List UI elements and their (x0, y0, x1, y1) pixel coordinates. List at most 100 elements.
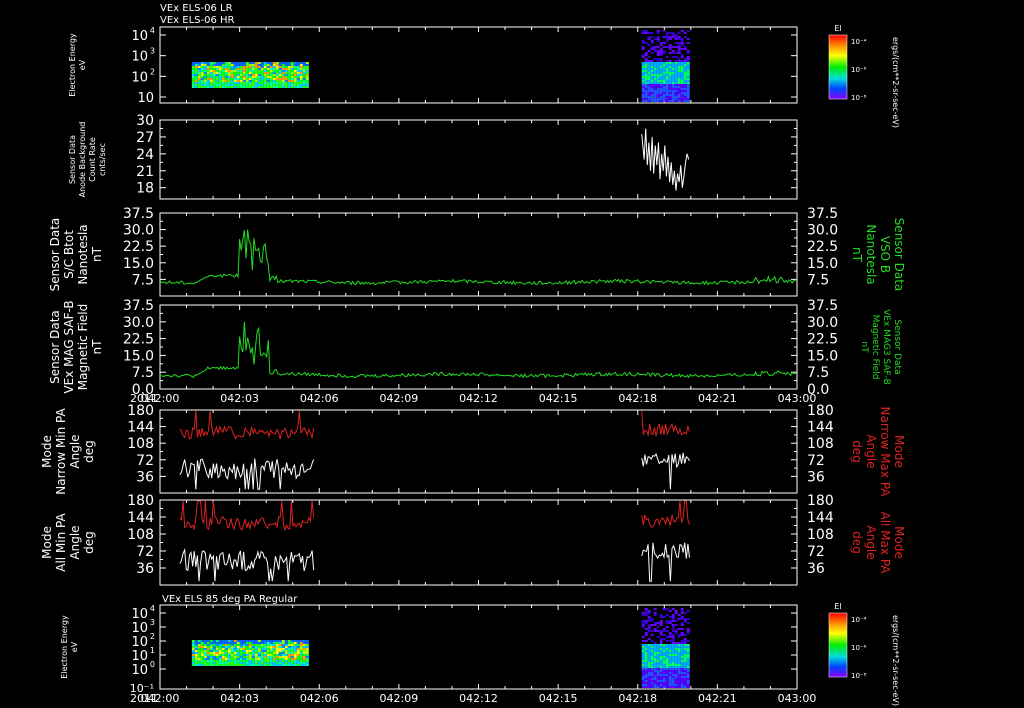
spectrogram-cell (659, 668, 663, 670)
spectrogram-cell (668, 90, 672, 92)
y-tick-label: 37.5 (123, 206, 154, 222)
spectrogram-cell (674, 86, 678, 88)
spectrogram-cell (200, 86, 204, 88)
spectrogram-cell (668, 650, 672, 652)
spectrogram-cell (266, 658, 270, 660)
spectrogram-cell (680, 650, 684, 652)
spectrogram-cell (239, 658, 243, 660)
spectrogram-cell (248, 646, 252, 648)
spectrogram-cell (266, 68, 270, 70)
spectrogram-cell (260, 68, 264, 70)
spectrogram-cell (641, 82, 645, 84)
spectrogram-cell (683, 94, 687, 96)
spectrogram-cell (647, 74, 651, 76)
spectrogram-cell (224, 652, 228, 654)
spectrogram-cell (662, 74, 666, 76)
x-tick-label: 042:06 (300, 392, 339, 405)
spectrogram-cell (647, 62, 651, 64)
spectrogram-cell (194, 70, 198, 72)
spectrogram-cell (221, 64, 225, 66)
spectrogram-cell (644, 682, 648, 684)
spectrogram-cell (206, 72, 210, 74)
spectrogram-cell (293, 70, 297, 72)
spectrogram-cell (659, 92, 663, 94)
spectrogram-cell (680, 656, 684, 658)
spectrogram-cell (227, 78, 231, 80)
spectrogram-cell (650, 74, 654, 76)
series-line-green (159, 321, 798, 379)
spectrogram-cell (650, 678, 654, 680)
spectrogram-cell (215, 70, 219, 72)
spectrogram-cell (677, 678, 681, 680)
spectrogram-cell (653, 642, 657, 644)
spectrogram-cell (296, 650, 300, 652)
spectrogram-cell (272, 662, 276, 664)
spectrogram-cell (653, 92, 657, 94)
panel-5: 180 180144 144108 10872 7236 36Mode Narrow Min… (40, 403, 906, 497)
spectrogram-cell (650, 86, 654, 88)
spectrogram-cell (266, 86, 270, 88)
x-tick-label: 042:18 (618, 392, 657, 405)
y-axis-label-right: deg (850, 440, 864, 463)
spectrogram-cell (215, 74, 219, 76)
spectrogram-cell (656, 650, 660, 652)
spectrogram-cell (299, 656, 303, 658)
spectrogram-cell (671, 70, 675, 72)
spectrogram-cell (209, 640, 213, 642)
spectrogram-cell (641, 70, 645, 72)
spectrogram-cell (665, 644, 669, 646)
spectrogram-cell (239, 70, 243, 72)
spectrogram-cell (191, 660, 195, 662)
spectrogram-cell (233, 658, 237, 660)
spectrogram-cell (212, 658, 216, 660)
spectrogram-cell (644, 650, 648, 652)
spectrogram-cell (653, 658, 657, 660)
spectrogram-cell (269, 646, 273, 648)
spectrogram-cell (296, 78, 300, 80)
spectrogram-cell (281, 64, 285, 66)
spectrogram-cell (647, 660, 651, 662)
y-tick-label-right: 144 (807, 420, 834, 436)
spectrogram-cell (227, 70, 231, 72)
spectrogram-cell (263, 660, 267, 662)
spectrogram-cell (677, 96, 681, 98)
spectrogram-cell (653, 650, 657, 652)
spectrogram-cell (233, 78, 237, 80)
spectrogram-cell (275, 658, 279, 660)
spectrogram-cell (683, 672, 687, 674)
spectrogram-cell (209, 664, 213, 666)
spectrogram-cell (275, 644, 279, 646)
spectrogram-cell (641, 90, 645, 92)
spectrogram-cell (197, 654, 201, 656)
spectrogram-cell (260, 78, 264, 80)
spectrogram-cell (263, 664, 267, 666)
spectrogram-cell (200, 640, 204, 642)
spectrogram-cell (251, 82, 255, 84)
spectrogram-cell (203, 664, 207, 666)
spectrogram-cell (653, 58, 657, 60)
spectrogram-cell (644, 684, 648, 686)
spectrogram-cell (248, 640, 252, 642)
spectrogram-cell (278, 654, 282, 656)
spectrogram-cell (236, 648, 240, 650)
spectrogram-cell (644, 58, 648, 60)
spectrogram-cell (650, 78, 654, 80)
spectrogram-cell (653, 66, 657, 68)
spectrogram-cell (671, 78, 675, 80)
spectrogram-cell (647, 72, 651, 74)
spectrogram-cell (686, 30, 690, 32)
spectrogram-cell (662, 36, 666, 38)
spectrogram-cell (266, 654, 270, 656)
spectrogram-cell (668, 62, 672, 64)
spectrogram-cell (200, 70, 204, 72)
spectrogram-cell (683, 78, 687, 80)
spectrogram-cell (662, 70, 666, 72)
spectrogram-cell (242, 646, 246, 648)
spectrogram-cell (227, 64, 231, 66)
spectrogram-cell (677, 82, 681, 84)
spectrogram-cell (653, 686, 657, 688)
spectrogram-cell (281, 662, 285, 664)
y-tick-label-right: 180 (807, 493, 834, 509)
spectrogram-cell (299, 64, 303, 66)
spectrogram-cell (659, 98, 663, 100)
